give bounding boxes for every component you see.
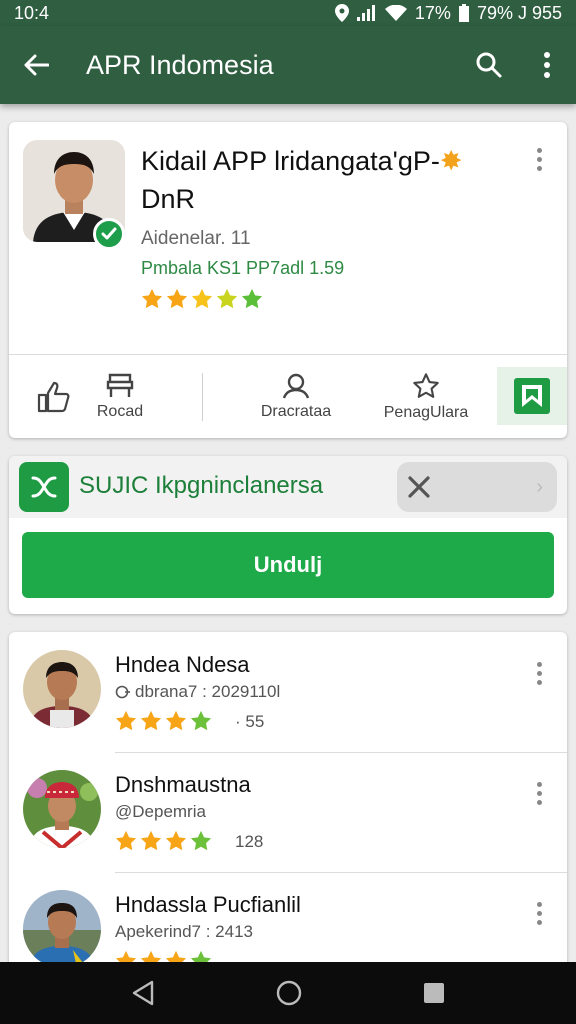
star-icon — [241, 288, 263, 309]
arrow-left-icon — [24, 54, 49, 76]
star-icon — [141, 288, 163, 309]
install-card: SUJIC Ikpgninclanersa › Undulj — [9, 456, 567, 614]
review-item: Dnshmaustna @Depemria 128 — [9, 752, 567, 872]
signal-icon — [356, 5, 375, 21]
star-icon — [191, 288, 213, 309]
rate-button[interactable]: PenagUlara — [371, 355, 481, 438]
developer-button[interactable]: Dracrataa — [241, 355, 351, 438]
person-icon — [282, 373, 310, 398]
system-nav-bar — [0, 962, 576, 1024]
review-meta-text: @Depemria — [115, 802, 206, 821]
star-icon — [140, 710, 162, 731]
app-card-menu-button[interactable] — [527, 142, 551, 176]
reviewer-name: Hndea Ndesa — [115, 652, 250, 677]
review-meta: dbrana7 : 2029110l — [115, 682, 280, 702]
status-extra: 79% J 955 — [476, 2, 562, 23]
app-developer: Aidenelar. 11 — [141, 228, 251, 249]
back-button[interactable] — [0, 26, 72, 104]
star-icon — [165, 710, 187, 731]
star-icon — [140, 830, 162, 851]
status-icons: 17% 79% J 955 — [334, 2, 562, 24]
review-menu-button[interactable] — [527, 656, 551, 690]
action-label-developer: Dracrataa — [260, 402, 332, 420]
battery-icon — [458, 4, 469, 22]
app-title-line1: Kidail APP lridangata'gP- — [141, 146, 440, 176]
share-icon — [37, 381, 70, 412]
review-meta: Apekerind7 : 2413 — [115, 922, 253, 942]
location-icon — [334, 4, 349, 22]
review-rating — [115, 710, 212, 732]
review-menu-button[interactable] — [527, 896, 551, 930]
status-time: 10:4 — [14, 2, 50, 23]
install-button[interactable]: Undulj — [22, 532, 554, 598]
action-label-rate: PenagUlara — [383, 403, 469, 421]
sparkle-icon: ✸ — [439, 146, 463, 176]
bookmark-icon — [514, 378, 550, 414]
status-bar: 10:4 17% 79% J 955 — [0, 0, 576, 26]
search-button[interactable] — [460, 26, 518, 104]
promo-banner: SUJIC Ikpgninclanersa › — [9, 456, 567, 518]
link-icon — [115, 685, 130, 699]
app-rating — [141, 288, 263, 310]
seat-icon — [106, 373, 134, 397]
avatar — [23, 890, 101, 968]
review-menu-button[interactable] — [527, 776, 551, 810]
star-icon — [165, 830, 187, 851]
page-title: APR Indomesia — [86, 49, 274, 80]
wishlist-button[interactable] — [497, 367, 567, 425]
app-info-card: Kidail APP lridangata'gP-✸ DnR Aidenelar… — [9, 122, 567, 438]
action-separator — [202, 373, 203, 421]
action-label-read: Rocad — [96, 402, 144, 420]
avatar — [23, 770, 101, 848]
review-item: Hndassla Pucfianlil Apekerind7 : 2413 — [9, 872, 567, 972]
review-count: · 55 — [235, 712, 265, 731]
reviewer-name: Hndassla Pucfianlil — [115, 892, 301, 917]
app-header: Kidail APP lridangata'gP-✸ DnR Aidenelar… — [9, 122, 567, 354]
app-title: Kidail APP lridangata'gP-✸ DnR — [141, 142, 501, 218]
star-icon — [115, 710, 137, 731]
app-title-line2: DnR — [141, 184, 196, 214]
battery-percent: 17% — [414, 2, 451, 23]
reviewer-name: Dnshmaustna — [115, 772, 251, 797]
search-icon — [476, 52, 502, 78]
avatar — [23, 650, 101, 728]
star-icon — [216, 288, 238, 309]
review-rating — [115, 830, 212, 852]
more-vertical-icon — [544, 52, 550, 78]
promo-logo-icon — [19, 462, 69, 512]
read-button[interactable]: Rocad — [85, 355, 155, 438]
nav-back-icon[interactable] — [130, 980, 156, 1006]
app-meta: Pmbala KS1 PP7adl 1.59 — [141, 258, 345, 278]
verified-badge-icon — [93, 218, 125, 250]
review-count: 128 — [235, 832, 264, 851]
close-icon — [408, 476, 430, 498]
wifi-icon — [384, 5, 407, 21]
app-actions: Rocad Dracrataa PenagUlara — [9, 355, 567, 438]
reviews-card: Hndea Ndesa dbrana7 : 2029110l · 55 Dnsh… — [9, 632, 567, 972]
star-icon — [115, 830, 137, 851]
star-icon — [190, 830, 212, 851]
star-icon — [166, 288, 188, 309]
promo-dismiss-button[interactable]: › — [397, 462, 557, 512]
share-button[interactable] — [23, 355, 85, 438]
nav-recents-icon[interactable] — [422, 981, 446, 1005]
overflow-menu-button[interactable] — [518, 26, 576, 104]
chevron-right-icon: › — [536, 476, 543, 498]
promo-text: SUJIC Ikpgninclanersa — [79, 472, 324, 499]
star-outline-icon — [413, 372, 439, 398]
review-meta-text: Apekerind7 : 2413 — [115, 922, 253, 941]
star-icon — [190, 710, 212, 731]
review-item: Hndea Ndesa dbrana7 : 2029110l · 55 — [9, 632, 567, 752]
review-meta-text: dbrana7 : 2029110l — [135, 682, 281, 701]
review-meta: @Depemria — [115, 802, 206, 822]
app-bar: APR Indomesia — [0, 26, 576, 104]
nav-home-icon[interactable] — [275, 979, 303, 1007]
